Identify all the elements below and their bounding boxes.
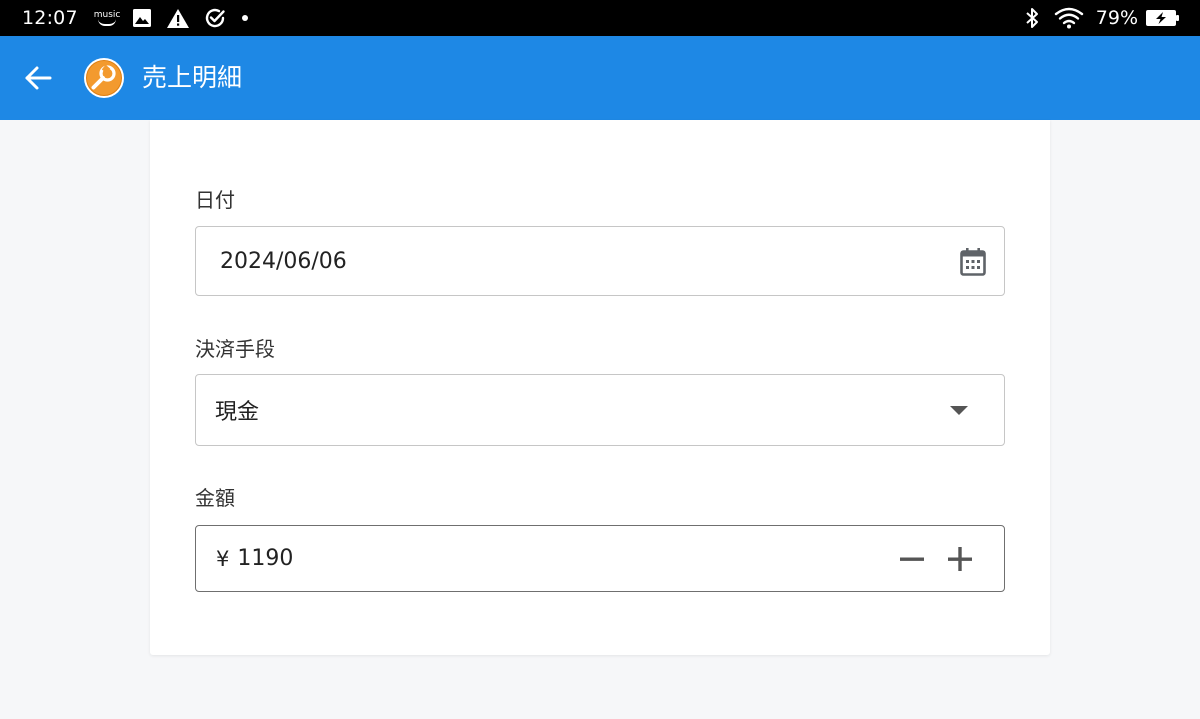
payment-method-value: 現金: [215, 400, 260, 425]
date-field[interactable]: 2024/06/06: [195, 226, 1005, 296]
plus-icon: [948, 547, 972, 571]
status-bar-right: 79%: [1024, 6, 1180, 30]
warning-icon: [167, 8, 190, 28]
sales-detail-card: 日付 2024/06/06 決済手段 現金 金額 ¥ 1190: [150, 120, 1050, 655]
decrement-button[interactable]: [898, 545, 926, 573]
increment-button[interactable]: [946, 545, 974, 573]
status-bar: 12:07 music 79%: [0, 0, 1200, 36]
page-title: 売上明細: [142, 63, 243, 92]
app-bar: 売上明細: [0, 36, 1200, 120]
battery-percent: 79%: [1095, 7, 1138, 29]
dropdown-arrow-icon: [950, 406, 968, 415]
back-button[interactable]: [18, 58, 58, 98]
amount-label: 金額: [195, 486, 235, 510]
payment-method-label: 決済手段: [195, 337, 275, 361]
amazon-music-icon: music: [94, 10, 120, 26]
arrow-left-icon: [25, 66, 52, 90]
check-circle-icon: [206, 8, 226, 28]
amount-field[interactable]: ¥ 1190: [195, 525, 1005, 592]
date-value: 2024/06/06: [220, 248, 347, 274]
wifi-icon: [1054, 7, 1083, 29]
calendar-icon[interactable]: [960, 248, 986, 276]
battery-charging-icon: [1146, 10, 1179, 26]
image-icon: [133, 9, 152, 27]
notification-dot: [242, 15, 249, 21]
amount-value[interactable]: 1190: [237, 546, 293, 571]
wrench-logo-icon: [84, 58, 124, 98]
date-label: 日付: [195, 188, 235, 212]
payment-method-select[interactable]: 現金: [195, 374, 1005, 446]
minus-icon: [900, 557, 924, 561]
status-bar-left: 12:07 music: [22, 7, 249, 29]
bluetooth-icon: [1026, 8, 1038, 28]
status-time: 12:07: [22, 7, 78, 29]
currency-symbol: ¥: [216, 546, 230, 571]
